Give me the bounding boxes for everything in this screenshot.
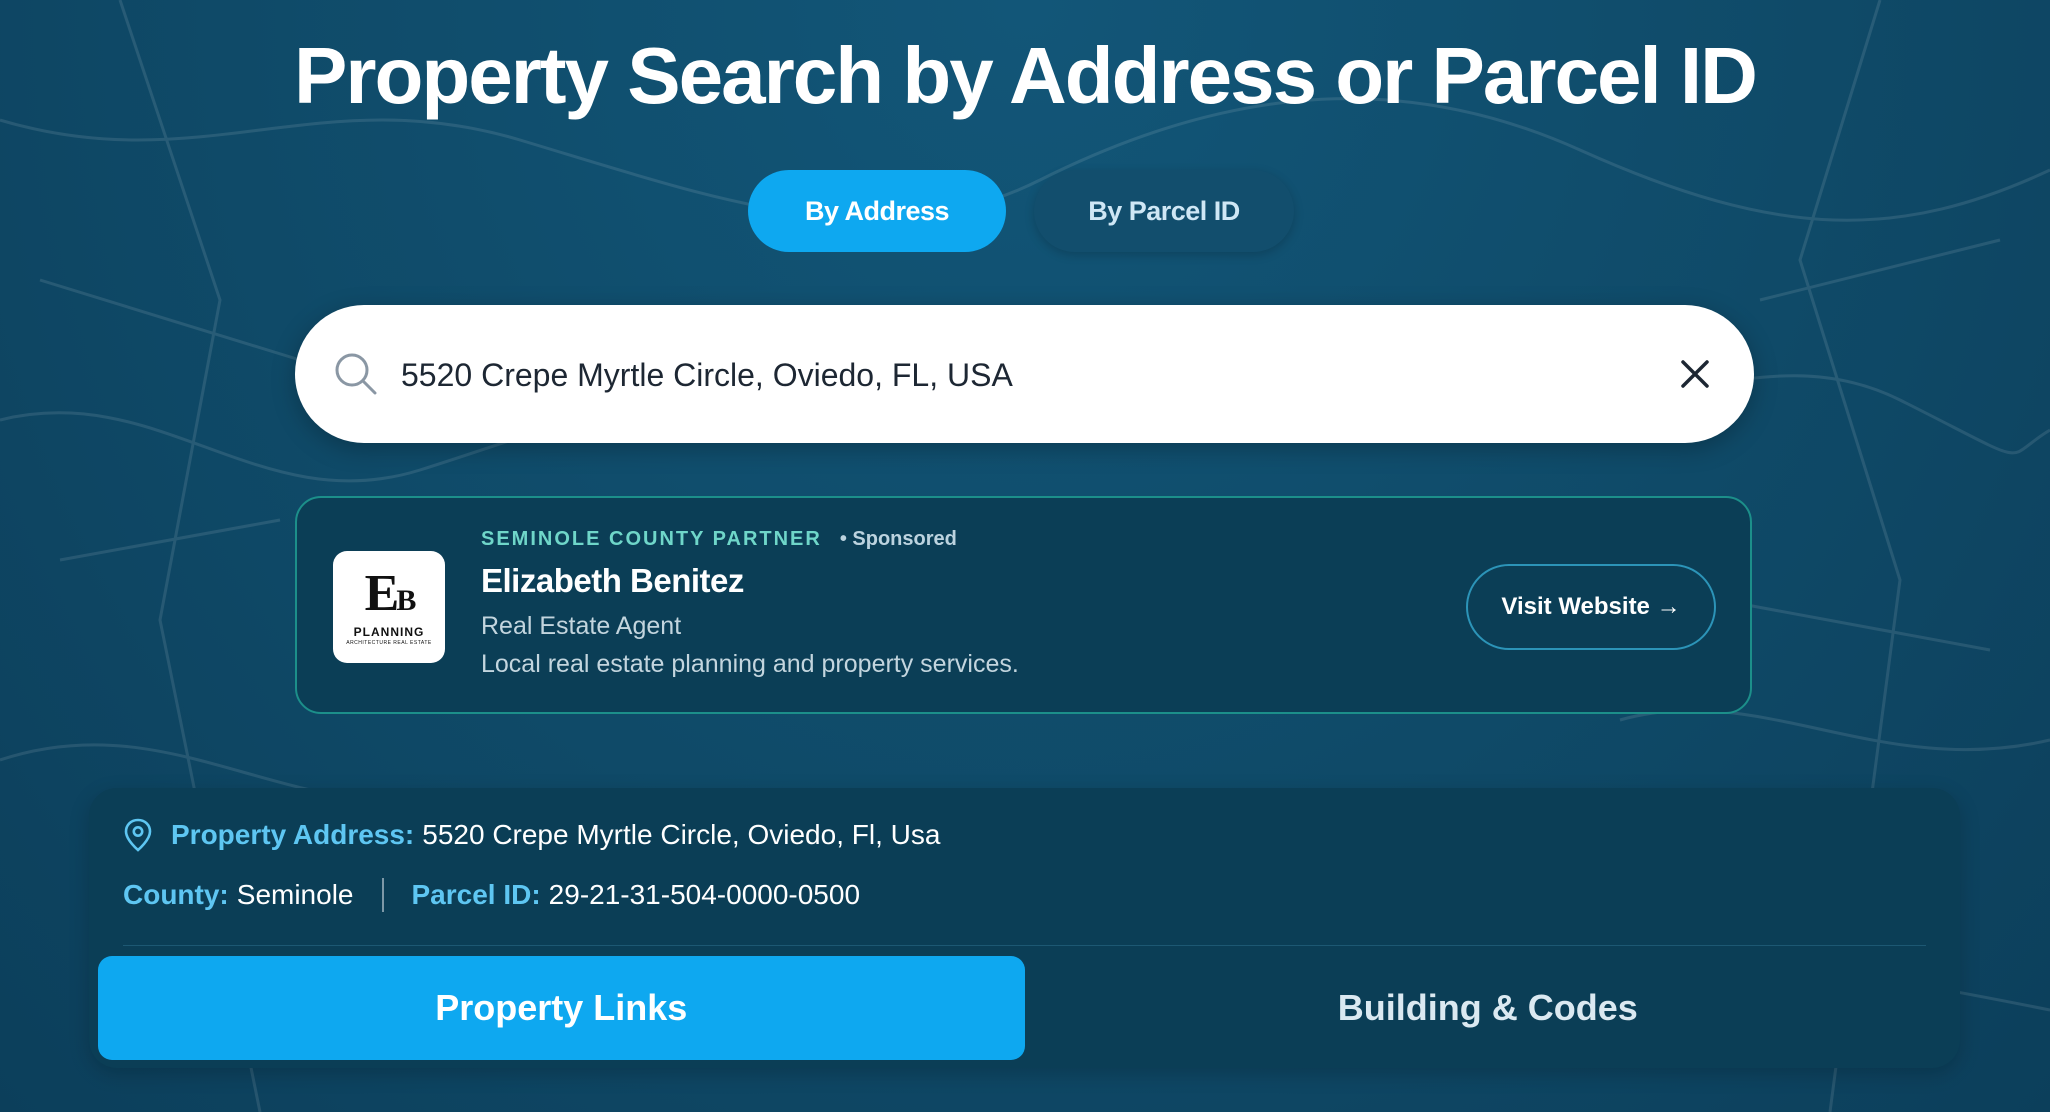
logo-word: PLANNING [353, 625, 425, 639]
logo-letter-e: E [364, 565, 400, 622]
property-address-value: 5520 Crepe Myrtle Circle, Oviedo, Fl, Us… [422, 819, 941, 850]
partner-name: Elizabeth Benitez [481, 562, 744, 599]
tab-property-links[interactable]: Property Links [98, 956, 1025, 1060]
visit-website-button[interactable]: Visit Website → [1466, 564, 1716, 650]
search-mode-tabs: By Address By Parcel ID [748, 170, 1294, 252]
close-icon[interactable] [1674, 353, 1716, 395]
property-address-label: Property Address: [171, 819, 415, 850]
tab-building-codes[interactable]: Building & Codes [1025, 956, 1952, 1060]
meta-separator [381, 878, 384, 912]
logo-letter-b: B [396, 584, 416, 617]
partner-logo: EB PLANNING ARCHITECTURE REAL ESTATE [333, 551, 445, 663]
logo-subtitle: ARCHITECTURE REAL ESTATE [346, 640, 432, 646]
property-meta-row: County: Seminole Parcel ID: 29-21-31-504… [123, 878, 860, 912]
search-icon [335, 353, 377, 395]
tab-by-address[interactable]: By Address [748, 170, 1006, 252]
partner-description: Local real estate planning and property … [481, 650, 1019, 678]
search-input[interactable] [399, 339, 1613, 411]
tab-by-parcel-id[interactable]: By Parcel ID [1034, 170, 1294, 252]
parcel-id-label: Parcel ID: [411, 879, 541, 910]
county-label: County: [123, 879, 229, 910]
partner-meta: SEMINOLE COUNTY PARTNER • Sponsored [481, 528, 957, 551]
partner-kicker: SEMINOLE COUNTY PARTNER [481, 528, 822, 550]
property-address-row: Property Address: 5520 Crepe Myrtle Circ… [123, 818, 940, 852]
page-title: Property Search by Address or Parcel ID [294, 31, 1758, 120]
sponsored-partner-card: EB PLANNING ARCHITECTURE REAL ESTATE SEM… [295, 496, 1752, 714]
sponsored-badge: • Sponsored [839, 528, 957, 550]
partner-role: Real Estate Agent [481, 612, 682, 640]
parcel-id-value: 29-21-31-504-0000-0500 [548, 879, 861, 910]
logo-mark: EB [365, 568, 417, 623]
map-pin-icon [124, 818, 152, 852]
county-value: Seminole [236, 879, 354, 910]
property-result-panel: Property Address: 5520 Crepe Myrtle Circ… [89, 788, 1960, 1068]
panel-divider [123, 945, 1926, 946]
search-bar [295, 305, 1754, 443]
result-tabs: Property Links Building & Codes [98, 956, 1951, 1060]
